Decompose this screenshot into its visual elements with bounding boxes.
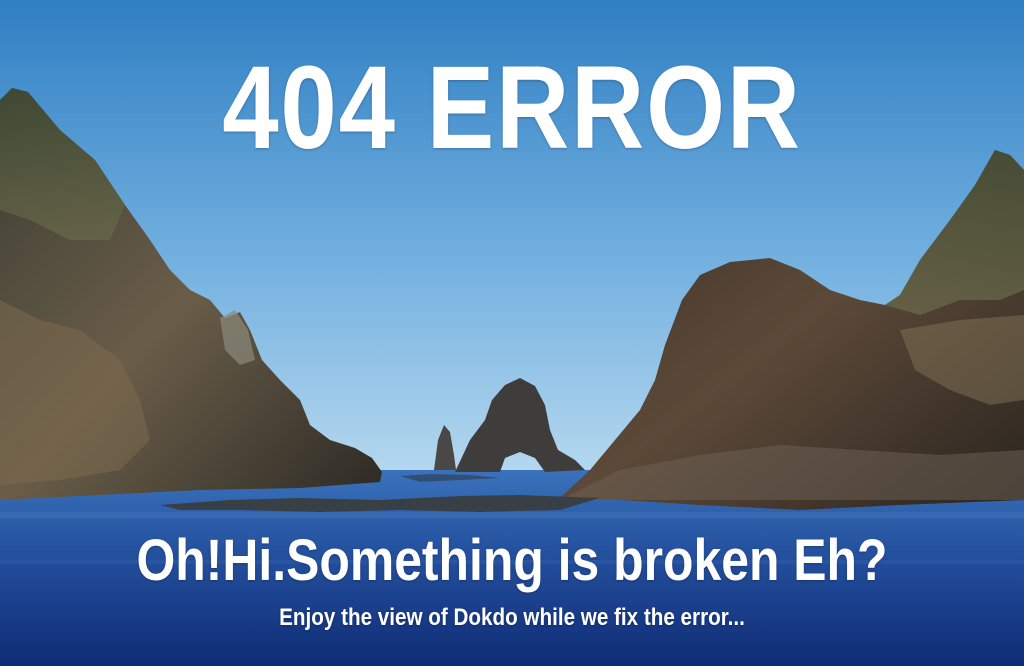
error-tagline: Enjoy the view of Dokdo while we fix the…: [279, 604, 745, 631]
error-title: 404 ERROR: [222, 42, 802, 174]
error-subtitle: Oh!Hi.Something is broken Eh?: [136, 528, 888, 593]
error-page-scene: 404 ERROR Oh!Hi.Something is broken Eh? …: [0, 0, 1024, 666]
